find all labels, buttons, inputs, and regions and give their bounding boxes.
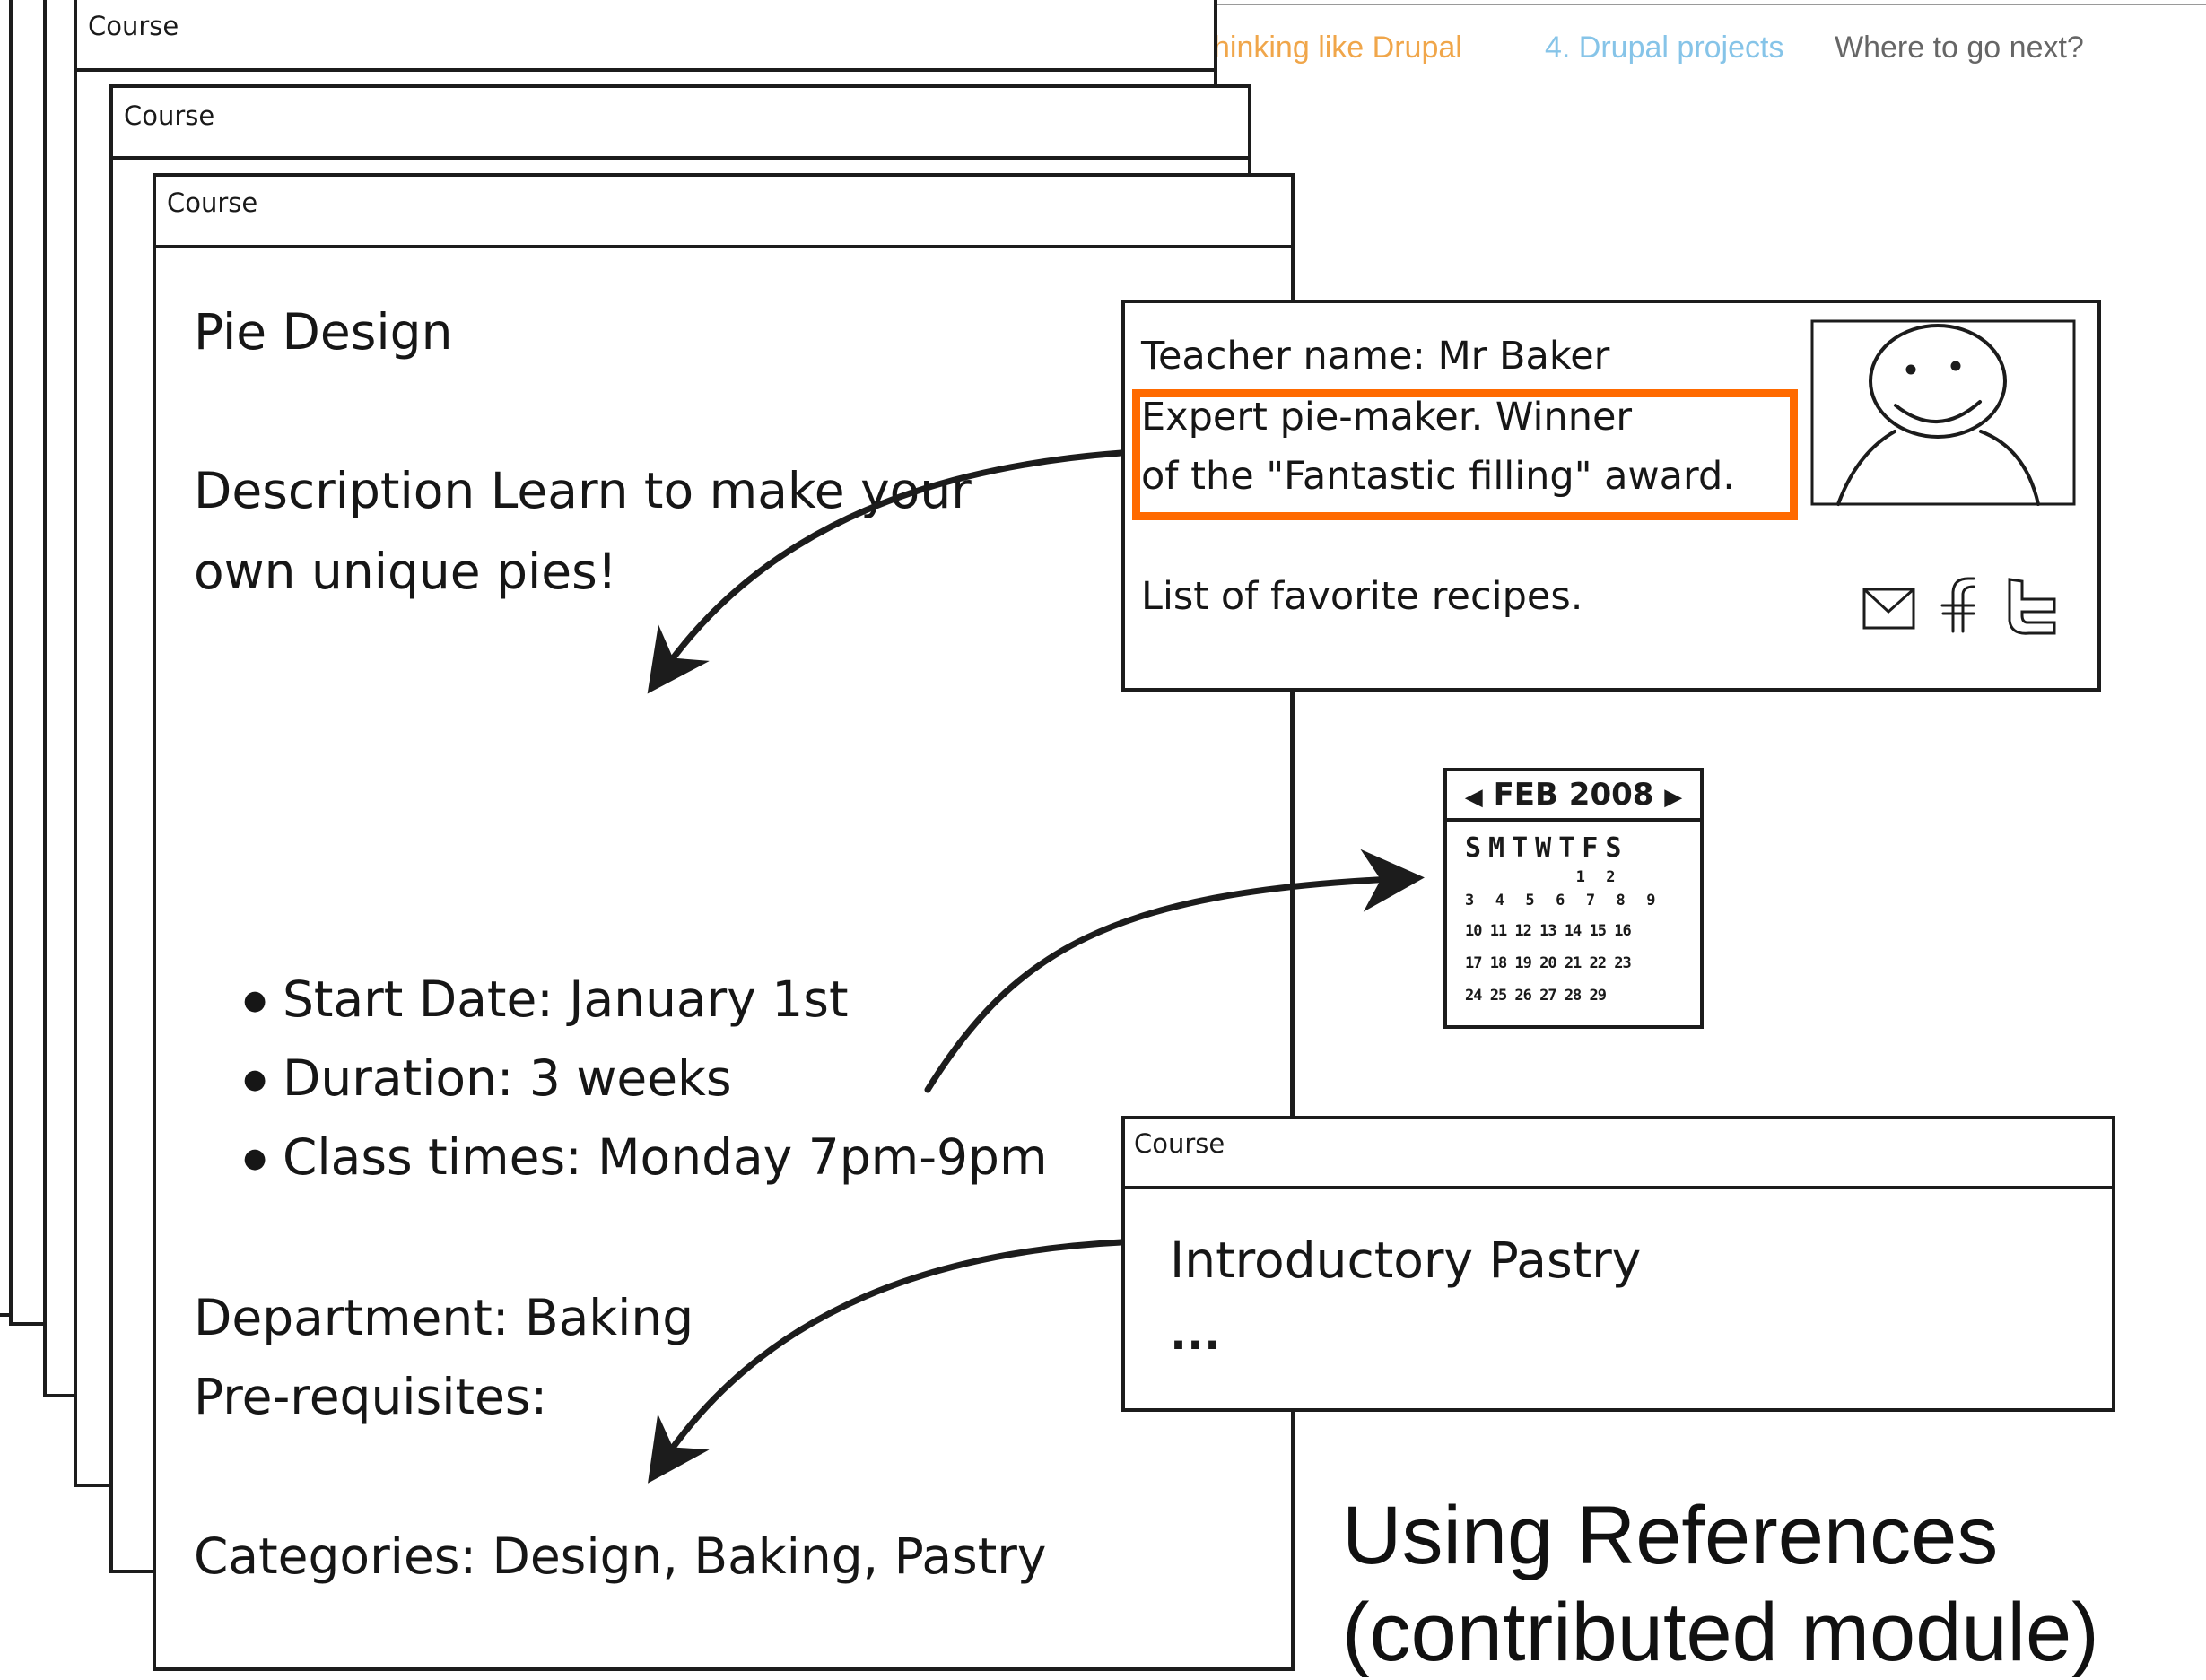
reference-arrow-calendar [924,849,1425,1093]
facebook-icon[interactable] [1940,577,1975,633]
reference-arrow-teacher [647,449,1125,694]
reference-arrow-prerequisite [648,1239,1125,1484]
diagram-overlay [647,319,2076,1484]
twitter-icon[interactable] [2008,578,2056,635]
envelope-icon[interactable] [1862,588,1915,630]
